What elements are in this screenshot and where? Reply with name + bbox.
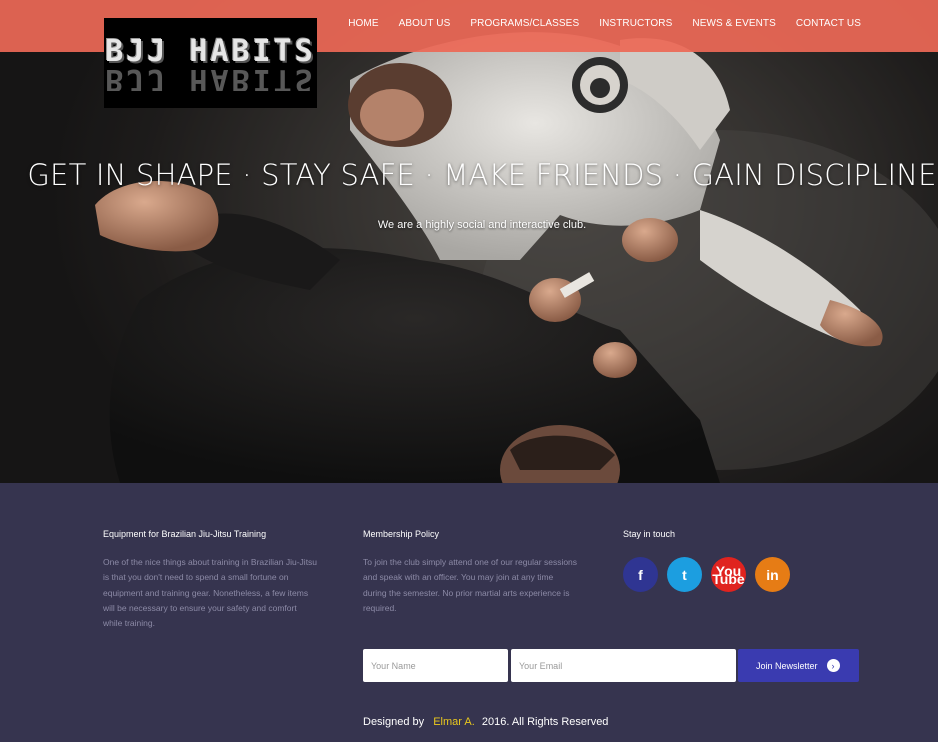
- membership-title: Membership Policy: [363, 529, 440, 539]
- arrow-right-icon: ›: [826, 659, 840, 672]
- linkedin-icon[interactable]: in: [755, 557, 790, 592]
- hero-section: BJJ HABITS BJJ HABITS HOME ABOUT US PROG…: [0, 0, 938, 483]
- name-input[interactable]: [363, 649, 508, 682]
- youtube-icon[interactable]: You Tube: [711, 557, 746, 592]
- nav-home[interactable]: HOME: [348, 18, 378, 29]
- nav-programs-classes[interactable]: PROGRAMS/CLASSES: [470, 18, 579, 29]
- social-links: f t You Tube in: [623, 557, 790, 592]
- join-newsletter-label: Join Newsletter: [756, 660, 818, 671]
- logo-text: BJJ HABITS: [105, 34, 316, 69]
- stay-in-touch-title: Stay in touch: [623, 529, 676, 539]
- logo-reflection: BJJ HABITS: [105, 69, 316, 91]
- credits-suffix: 2016. All Rights Reserved: [481, 716, 609, 728]
- hero-headline: GET IN SHAPE · STAY SAFE · MAKE FRIENDS …: [27, 158, 937, 192]
- nav-news-events[interactable]: NEWS & EVENTS: [692, 18, 776, 29]
- main-nav: HOME ABOUT US PROGRAMS/CLASSES INSTRUCTO…: [348, 18, 861, 29]
- site-logo[interactable]: BJJ HABITS BJJ HABITS: [104, 18, 317, 108]
- youtube-glyph-bottom: Tube: [712, 570, 745, 587]
- newsletter-form: [363, 649, 736, 682]
- footer-credits: Designed by Elmar A. 2016. All Rights Re…: [363, 716, 608, 728]
- hero-tagline: We are a highly social and interactive c…: [377, 219, 587, 231]
- credits-prefix: Designed by: [363, 716, 425, 728]
- join-newsletter-button[interactable]: Join Newsletter ›: [738, 649, 859, 682]
- author-link[interactable]: Elmar A.: [433, 716, 475, 728]
- membership-text: To join the club simply attend one of ou…: [363, 557, 578, 613]
- equipment-title: Equipment for Brazilian Jiu-Jitsu Traini…: [103, 529, 267, 539]
- nav-contact-us[interactable]: CONTACT US: [796, 18, 861, 29]
- facebook-icon[interactable]: f: [623, 557, 658, 592]
- email-input[interactable]: [511, 649, 736, 682]
- equipment-text: One of the nice things about training in…: [103, 557, 318, 629]
- nav-instructors[interactable]: INSTRUCTORS: [599, 18, 672, 29]
- twitter-icon[interactable]: t: [667, 557, 702, 592]
- nav-about-us[interactable]: ABOUT US: [399, 18, 451, 29]
